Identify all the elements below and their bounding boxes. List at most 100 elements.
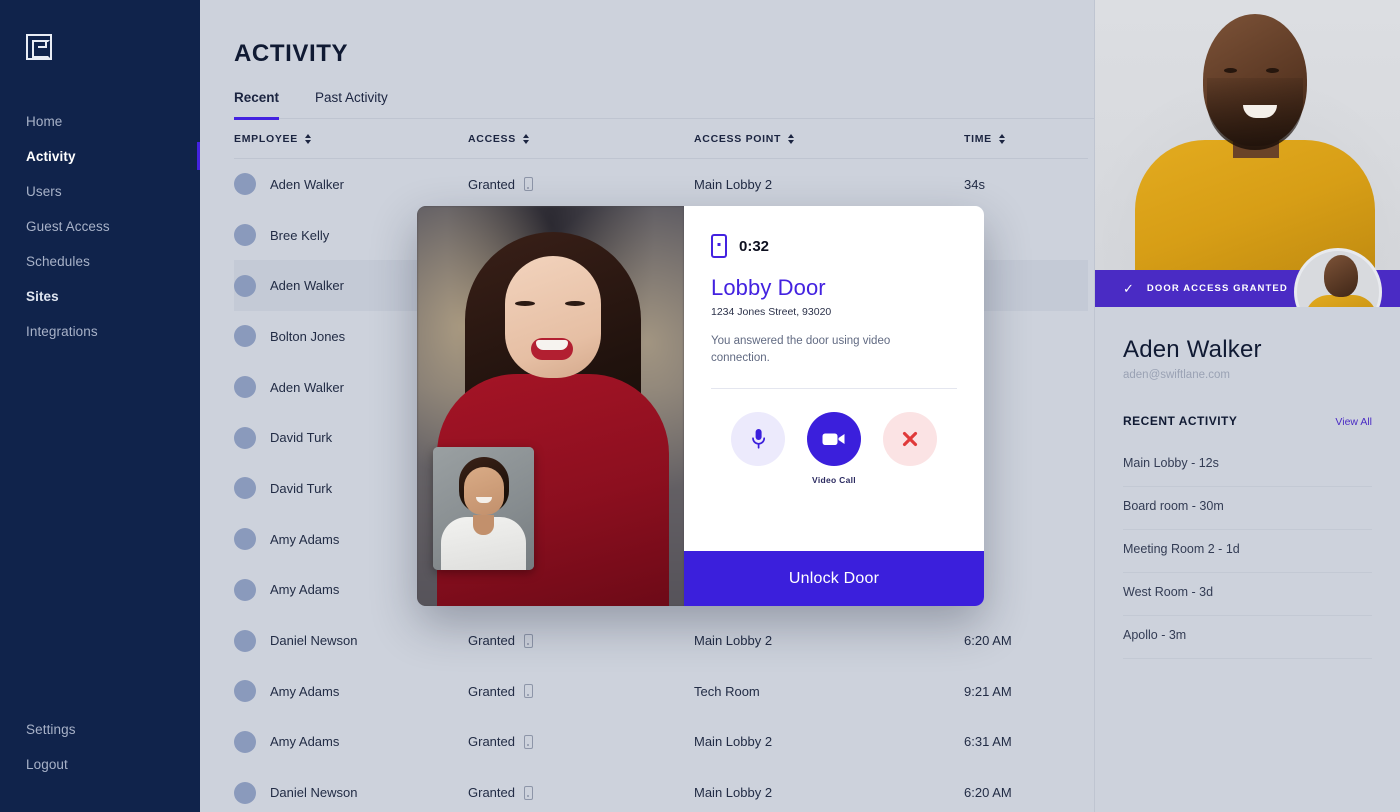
cell-employee: Aden Walker	[234, 173, 468, 195]
mobile-phone-icon	[524, 634, 533, 648]
avatar	[234, 782, 256, 804]
column-header-employee[interactable]: EMPLOYEE	[234, 133, 468, 145]
tab-past-activity[interactable]: Past Activity	[315, 90, 388, 118]
employee-name: Daniel Newson	[270, 633, 357, 648]
sidebar-item-activity[interactable]: Activity	[0, 139, 200, 174]
sidebar-item-home[interactable]: Home	[0, 104, 200, 139]
avatar	[234, 680, 256, 702]
unlock-door-button[interactable]: Unlock Door	[684, 551, 984, 606]
table-row[interactable]: Amy AdamsGrantedTech Room9:21 AM	[234, 666, 1088, 717]
table-row[interactable]: Daniel NewsonGrantedMain Lobby 26:20 AM	[234, 615, 1088, 666]
avatar	[234, 376, 256, 398]
sort-icon[interactable]	[788, 133, 795, 145]
sidebar-item-logout[interactable]: Logout	[0, 747, 200, 782]
list-item[interactable]: West Room - 3d	[1123, 573, 1372, 616]
access-status: Granted	[468, 633, 515, 648]
column-label: EMPLOYEE	[234, 133, 298, 145]
employee-name: Bolton Jones	[270, 329, 345, 344]
sidebar-item-guest-access[interactable]: Guest Access	[0, 209, 200, 244]
divider	[711, 388, 957, 389]
list-item[interactable]: Apollo - 3m	[1123, 616, 1372, 659]
avatar	[234, 325, 256, 347]
door-address: 1234 Jones Street, 93020	[711, 306, 957, 318]
column-label: TIME	[964, 133, 992, 145]
cell-time: 6:20 AM	[964, 633, 1088, 648]
sidebar-item-schedules[interactable]: Schedules	[0, 244, 200, 279]
mobile-phone-icon	[524, 786, 533, 800]
column-header-access[interactable]: ACCESS	[468, 133, 694, 145]
mobile-phone-icon	[524, 177, 533, 191]
list-item[interactable]: Main Lobby - 12s	[1123, 444, 1372, 487]
video-call-button[interactable]	[807, 412, 861, 466]
sort-icon[interactable]	[523, 133, 530, 145]
cell-time: 6:20 AM	[964, 785, 1088, 800]
door-name: Lobby Door	[711, 275, 957, 301]
call-timer-row: 0:32	[711, 234, 957, 258]
recent-activity-title: RECENT ACTIVITY	[1123, 414, 1237, 428]
caller-teeth	[536, 340, 568, 350]
sidebar: HomeActivityUsersGuest AccessSchedulesSi…	[0, 0, 200, 812]
list-item[interactable]: Meeting Room 2 - 1d	[1123, 530, 1372, 573]
column-header-time[interactable]: TIME	[964, 133, 1088, 145]
user-hero-photo: ✓ DOOR ACCESS GRANTED	[1095, 0, 1400, 307]
video-camera-icon	[821, 430, 847, 448]
table-row[interactable]: Amy AdamsGrantedMain Lobby 26:31 AM	[234, 717, 1088, 768]
sort-icon[interactable]	[305, 133, 312, 145]
sidebar-item-sites[interactable]: Sites	[0, 279, 200, 314]
end-call-control	[883, 412, 937, 475]
mute-mic-button[interactable]	[731, 412, 785, 466]
swiftlane-logo-icon[interactable]	[26, 34, 52, 60]
employee-name: David Turk	[270, 430, 332, 445]
avatar	[234, 224, 256, 246]
employee-name: Aden Walker	[270, 380, 344, 395]
sidebar-item-users[interactable]: Users	[0, 174, 200, 209]
sort-icon[interactable]	[999, 133, 1006, 145]
employee-name: Bree Kelly	[270, 228, 329, 243]
cell-employee: Amy Adams	[234, 680, 468, 702]
modal-info-card: 0:32 Lobby Door 1234 Jones Street, 93020…	[684, 206, 984, 606]
self-video-thumbnail[interactable]	[433, 447, 534, 570]
modal-card-top: 0:32 Lobby Door 1234 Jones Street, 93020…	[684, 206, 984, 551]
check-icon: ✓	[1123, 282, 1134, 295]
cell-access: Granted	[468, 684, 694, 699]
cell-access-point: Tech Room	[694, 684, 964, 699]
employee-name: Amy Adams	[270, 532, 339, 547]
sidebar-nav-bottom: SettingsLogout	[0, 712, 200, 782]
employee-name: Aden Walker	[270, 177, 344, 192]
hero-eye-left	[1224, 68, 1237, 73]
cell-access-point: Main Lobby 2	[694, 177, 964, 192]
caller-eye-right	[565, 301, 585, 306]
sidebar-item-integrations[interactable]: Integrations	[0, 314, 200, 349]
mute-mic-control	[731, 412, 785, 475]
caller-eye-left	[515, 301, 535, 306]
call-note: You answered the door using video connec…	[711, 333, 926, 366]
view-all-link[interactable]: View All	[1335, 416, 1372, 428]
video-call-control: Video Call	[807, 412, 861, 485]
recent-activity-header: RECENT ACTIVITY View All	[1123, 414, 1372, 428]
list-item[interactable]: Board room - 30m	[1123, 487, 1372, 530]
avatar	[234, 275, 256, 297]
tab-recent[interactable]: Recent	[234, 90, 279, 118]
end-call-button[interactable]	[883, 412, 937, 466]
video-intercom-modal: 0:32 Lobby Door 1234 Jones Street, 93020…	[417, 206, 984, 606]
avatar	[234, 528, 256, 550]
avatar	[234, 579, 256, 601]
cell-employee: Daniel Newson	[234, 630, 468, 652]
cell-access: Granted	[468, 734, 694, 749]
table-row[interactable]: Daniel NewsonGrantedMain Lobby 26:20 AM	[234, 767, 1088, 812]
avatar	[234, 173, 256, 195]
column-header-access-point[interactable]: ACCESS POINT	[694, 133, 964, 145]
cell-employee: Amy Adams	[234, 731, 468, 753]
user-detail-panel: ✓ DOOR ACCESS GRANTED Aden Walker aden@s…	[1094, 0, 1400, 812]
employee-name: Amy Adams	[270, 734, 339, 749]
table-row[interactable]: Aden WalkerGrantedMain Lobby 234s	[234, 159, 1088, 210]
avatar	[234, 731, 256, 753]
cell-employee: Daniel Newson	[234, 782, 468, 804]
sidebar-item-settings[interactable]: Settings	[0, 712, 200, 747]
access-status: Granted	[468, 177, 515, 192]
table-header-row: EMPLOYEE ACCESS ACCESS POINT TIME	[234, 119, 1088, 159]
cell-access-point: Main Lobby 2	[694, 734, 964, 749]
user-detail-body: Aden Walker aden@swiftlane.com RECENT AC…	[1095, 336, 1400, 659]
avatar-head	[1324, 255, 1358, 297]
cell-access: Granted	[468, 633, 694, 648]
